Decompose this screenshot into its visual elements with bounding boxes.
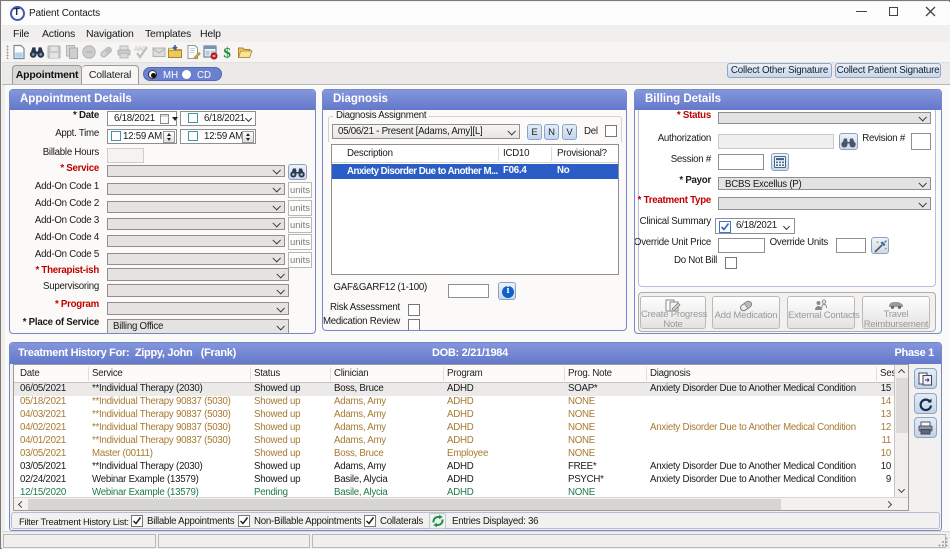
svg-text:$: $ (223, 45, 231, 60)
